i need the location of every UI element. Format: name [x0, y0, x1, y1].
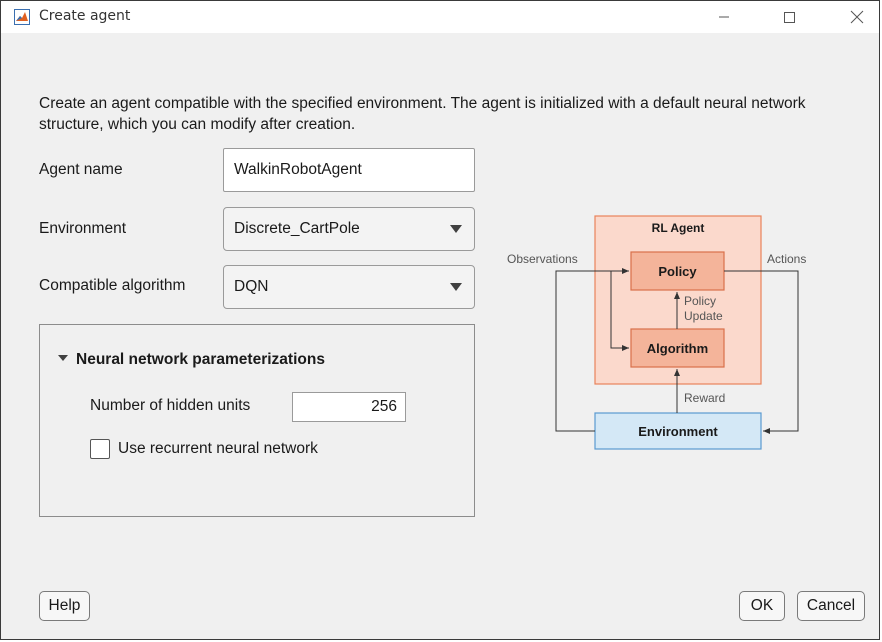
environment-value: Discrete_CartPole: [234, 220, 360, 237]
environment-block-label: Environment: [638, 424, 718, 439]
minimize-button[interactable]: [701, 1, 747, 33]
nn-panel-title: Neural network parameterizations: [76, 351, 325, 368]
algorithm-value: DQN: [234, 278, 269, 295]
policy-update-label-2: Update: [684, 309, 723, 323]
reward-label: Reward: [684, 391, 725, 405]
algorithm-block-label: Algorithm: [647, 341, 708, 356]
rl-agent-title: RL Agent: [652, 221, 705, 235]
nn-panel-header[interactable]: Neural network parameterizations: [58, 351, 325, 369]
agent-name-input[interactable]: WalkinRobotAgent: [223, 148, 475, 192]
window-title: Create agent: [39, 8, 131, 24]
rl-agent-diagram: RL Agent Policy Algorithm Environment Ob…: [507, 215, 806, 450]
agent-name-label: Agent name: [39, 161, 123, 178]
cancel-button[interactable]: Cancel: [797, 591, 865, 621]
actions-label: Actions: [767, 252, 806, 266]
help-button[interactable]: Help: [39, 591, 90, 621]
observations-label: Observations: [507, 252, 578, 266]
hidden-units-input[interactable]: 256: [292, 392, 406, 422]
ok-button[interactable]: OK: [739, 591, 785, 621]
dialog-description: Create an agent compatible with the spec…: [39, 95, 806, 133]
matlab-icon: [14, 9, 30, 25]
chevron-down-icon: [450, 283, 462, 291]
close-button[interactable]: [834, 1, 880, 33]
environment-dropdown[interactable]: Discrete_CartPole: [223, 207, 475, 251]
collapse-triangle-icon: [58, 355, 68, 361]
title-bar: Create agent: [1, 1, 879, 33]
recurrent-checkbox[interactable]: [90, 439, 110, 459]
neural-network-panel: Neural network parameterizations Number …: [39, 324, 475, 517]
algorithm-label: Compatible algorithm: [39, 277, 186, 294]
policy-block-label: Policy: [658, 264, 697, 279]
hidden-units-label: Number of hidden units: [90, 397, 251, 414]
maximize-icon: [784, 12, 795, 23]
chevron-down-icon: [450, 225, 462, 233]
policy-update-label-1: Policy: [684, 294, 716, 308]
recurrent-label[interactable]: Use recurrent neural network: [118, 440, 318, 458]
maximize-button[interactable]: [766, 1, 812, 33]
minimize-icon: [719, 16, 729, 18]
algorithm-dropdown[interactable]: DQN: [223, 265, 475, 309]
environment-label: Environment: [39, 220, 127, 237]
close-icon: [850, 10, 864, 24]
create-agent-dialog: Create agent Create an agent compatible …: [0, 0, 880, 640]
